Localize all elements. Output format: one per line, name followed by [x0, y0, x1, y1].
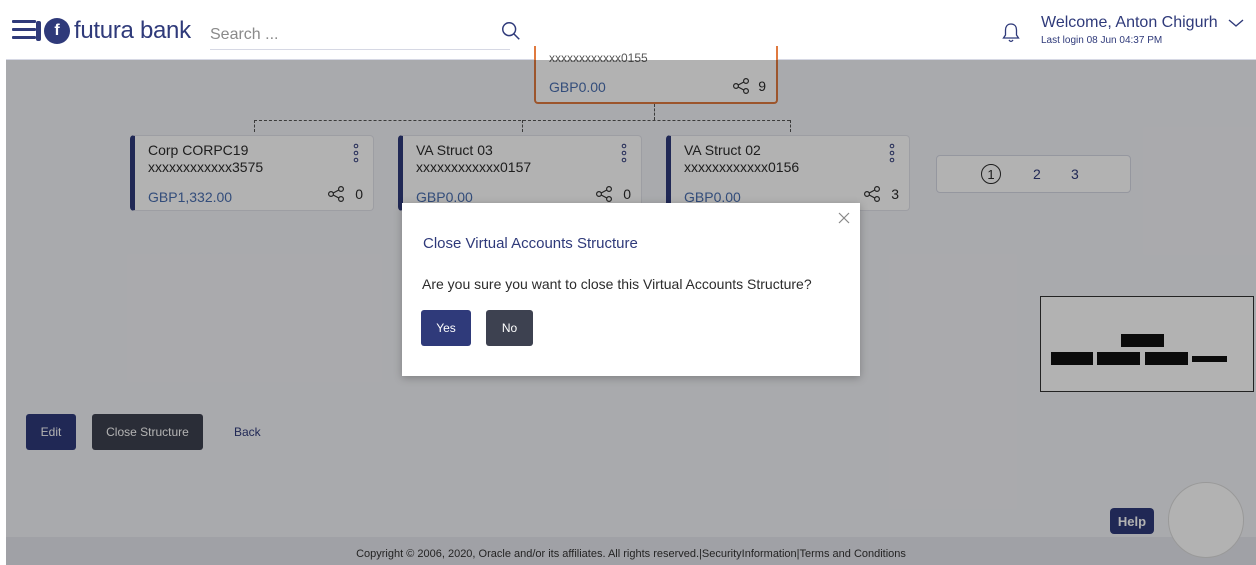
dialog-title: Close Virtual Accounts Structure [423, 235, 638, 252]
yes-button[interactable]: Yes [421, 310, 471, 346]
dialog-message: Are you sure you want to close this Virt… [422, 276, 812, 292]
search-icon[interactable] [500, 20, 522, 42]
chevron-down-icon [1228, 19, 1244, 27]
welcome-text: Welcome, Anton Chigurh [1041, 14, 1218, 31]
no-button[interactable]: No [486, 310, 533, 346]
app-frame: f futura bank Welcome, Anton Chigurh Las… [6, 6, 1256, 565]
search-input[interactable] [210, 20, 510, 50]
confirm-close-dialog: Close Virtual Accounts Structure Are you… [402, 203, 860, 376]
hamburger-menu-icon[interactable] [12, 20, 36, 40]
close-icon[interactable] [838, 212, 850, 224]
brand-name: futura bank [74, 17, 191, 44]
brand-logo[interactable]: f futura bank [36, 16, 191, 46]
notification-bell-icon[interactable] [1001, 22, 1021, 44]
user-menu[interactable]: Welcome, Anton Chigurh Last login 08 Jun… [1041, 14, 1244, 46]
futura-logo-icon: f [36, 18, 70, 44]
last-login-text: Last login 08 Jun 04:37 PM [1041, 35, 1163, 46]
